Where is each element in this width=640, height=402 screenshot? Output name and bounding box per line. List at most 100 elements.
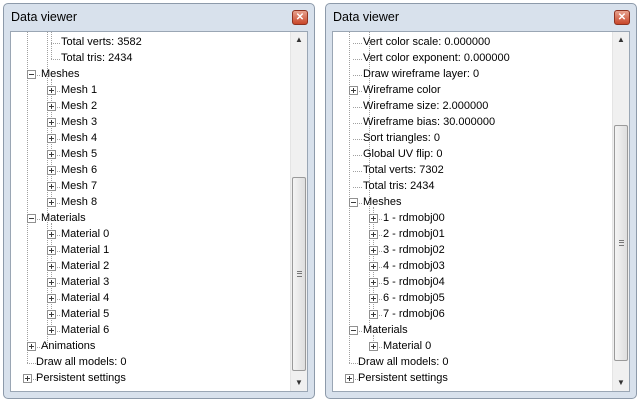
expand-icon[interactable]	[47, 166, 56, 175]
collapse-icon[interactable]	[349, 326, 358, 335]
tree-item-label: 5 - rdmobj04	[383, 276, 445, 288]
expand-icon[interactable]	[47, 182, 56, 191]
tree-item-wireframe-color[interactable]: Wireframe color	[333, 83, 612, 99]
scroll-down-arrow-icon[interactable]: ▼	[613, 375, 629, 391]
expand-icon[interactable]	[47, 326, 56, 335]
expand-icon[interactable]	[47, 262, 56, 271]
expand-icon[interactable]	[47, 294, 56, 303]
scrollbar-thumb[interactable]	[614, 125, 628, 361]
expand-icon[interactable]	[47, 278, 56, 287]
tree-item-mesh[interactable]: 1 - rdmobj00	[333, 211, 612, 227]
tree-item-material[interactable]: Material 2	[11, 259, 290, 275]
scrollbar-thumb[interactable]	[292, 177, 306, 371]
tree-item-global-uv-flip[interactable]: Global UV flip: 0	[333, 147, 612, 163]
tree-item-mesh[interactable]: 6 - rdmobj05	[333, 291, 612, 307]
tree-item-materials[interactable]: Materials	[333, 323, 612, 339]
tree-item-mesh[interactable]: 3 - rdmobj02	[333, 243, 612, 259]
collapse-icon[interactable]	[27, 214, 36, 223]
expand-icon[interactable]	[369, 278, 378, 287]
expand-icon[interactable]	[345, 374, 354, 383]
tree-item-mesh[interactable]: Mesh 2	[11, 99, 290, 115]
tree-item-draw-all-models[interactable]: Draw all models: 0	[333, 355, 612, 371]
expand-icon[interactable]	[369, 342, 378, 351]
expand-icon[interactable]	[369, 310, 378, 319]
expand-icon[interactable]	[27, 342, 36, 351]
tree-item-draw-all-models[interactable]: Draw all models: 0	[11, 355, 290, 371]
tree-item-material[interactable]: Material 6	[11, 323, 290, 339]
expand-icon[interactable]	[47, 310, 56, 319]
tree-item-animations[interactable]: Animations	[11, 339, 290, 355]
tree-item-material[interactable]: Material 4	[11, 291, 290, 307]
expand-icon[interactable]	[47, 86, 56, 95]
title-bar[interactable]: Data viewer ✕	[326, 4, 636, 30]
expand-icon[interactable]	[47, 102, 56, 111]
expand-icon[interactable]	[47, 230, 56, 239]
tree-item-materials[interactable]: Materials	[11, 211, 290, 227]
expand-icon[interactable]	[47, 150, 56, 159]
tree-item-sort-triangles[interactable]: Sort triangles: 0	[333, 131, 612, 147]
title-bar[interactable]: Data viewer ✕	[4, 4, 314, 30]
collapse-icon[interactable]	[27, 70, 36, 79]
tree-item-mesh[interactable]: Mesh 4	[11, 131, 290, 147]
expand-icon[interactable]	[369, 230, 378, 239]
tree-connector	[353, 139, 362, 140]
tree-item-label: Vert color exponent: 0.000000	[363, 52, 510, 64]
tree-item-mesh[interactable]: Mesh 6	[11, 163, 290, 179]
tree-connector	[353, 155, 362, 156]
expand-icon[interactable]	[47, 198, 56, 207]
close-icon: ✕	[617, 12, 627, 23]
tree-item-vert-color-exponent[interactable]: Vert color exponent: 0.000000	[333, 51, 612, 67]
tree-item-mesh[interactable]: 7 - rdmobj06	[333, 307, 612, 323]
tree-item-label: Persistent settings	[358, 372, 448, 384]
close-button[interactable]: ✕	[292, 10, 308, 25]
tree-item-material[interactable]: Material 5	[11, 307, 290, 323]
tree-item-material[interactable]: Material 0	[333, 339, 612, 355]
tree-item-label: Persistent settings	[36, 372, 126, 384]
tree-item-label: Draw all models: 0	[358, 356, 449, 368]
tree-item-mesh[interactable]: Mesh 1	[11, 83, 290, 99]
tree-item-label: 3 - rdmobj02	[383, 244, 445, 256]
tree-item-material[interactable]: Material 1	[11, 243, 290, 259]
expand-icon[interactable]	[349, 86, 358, 95]
tree-item-persistent-settings[interactable]: Persistent settings	[11, 371, 290, 387]
close-button[interactable]: ✕	[614, 10, 630, 25]
expand-icon[interactable]	[369, 214, 378, 223]
tree-item-persistent-settings[interactable]: Persistent settings	[333, 371, 612, 387]
tree-item-total-tris[interactable]: Total tris: 2434	[11, 51, 290, 67]
vertical-scrollbar[interactable]: ▲ ▼	[612, 32, 629, 391]
vertical-scrollbar[interactable]: ▲ ▼	[290, 32, 307, 391]
tree-item-label: Material 0	[383, 340, 432, 352]
tree-item-draw-wireframe-layer[interactable]: Draw wireframe layer: 0	[333, 67, 612, 83]
tree-item-wireframe-bias[interactable]: Wireframe bias: 30.000000	[333, 115, 612, 131]
tree-item-meshes[interactable]: Meshes	[333, 195, 612, 211]
tree-item-total-verts[interactable]: Total verts: 3582	[11, 35, 290, 51]
tree-item-label: Total tris: 2434	[61, 52, 133, 64]
tree-item-mesh[interactable]: 2 - rdmobj01	[333, 227, 612, 243]
tree-item-wireframe-size[interactable]: Wireframe size: 2.000000	[333, 99, 612, 115]
tree-item-mesh[interactable]: 5 - rdmobj04	[333, 275, 612, 291]
tree-item-total-verts[interactable]: Total verts: 7302	[333, 163, 612, 179]
expand-icon[interactable]	[47, 246, 56, 255]
tree-item-mesh[interactable]: Mesh 7	[11, 179, 290, 195]
tree-item-material[interactable]: Material 3	[11, 275, 290, 291]
expand-icon[interactable]	[47, 118, 56, 127]
scroll-down-arrow-icon[interactable]: ▼	[291, 375, 307, 391]
expand-icon[interactable]	[23, 374, 32, 383]
scroll-up-arrow-icon[interactable]: ▲	[291, 32, 307, 48]
tree-item-mesh[interactable]: Mesh 3	[11, 115, 290, 131]
tree-item-meshes[interactable]: Meshes	[11, 67, 290, 83]
tree-item-mesh[interactable]: Mesh 8	[11, 195, 290, 211]
expand-icon[interactable]	[369, 262, 378, 271]
expand-icon[interactable]	[369, 294, 378, 303]
expand-icon[interactable]	[369, 246, 378, 255]
tree-item-total-tris[interactable]: Total tris: 2434	[333, 179, 612, 195]
tree-view: Total verts: 3582 Total tris: 2434 Meshes M…	[11, 32, 290, 391]
tree-item-vert-color-scale[interactable]: Vert color scale: 0.000000	[333, 35, 612, 51]
collapse-icon[interactable]	[349, 198, 358, 207]
tree-item-mesh[interactable]: Mesh 5	[11, 147, 290, 163]
expand-icon[interactable]	[47, 134, 56, 143]
scroll-up-arrow-icon[interactable]: ▲	[613, 32, 629, 48]
tree-item-mesh[interactable]: 4 - rdmobj03	[333, 259, 612, 275]
tree-item-material[interactable]: Material 0	[11, 227, 290, 243]
data-viewer-window-right: Data viewer ✕ Vert color scale: 0.000000…	[325, 3, 637, 399]
